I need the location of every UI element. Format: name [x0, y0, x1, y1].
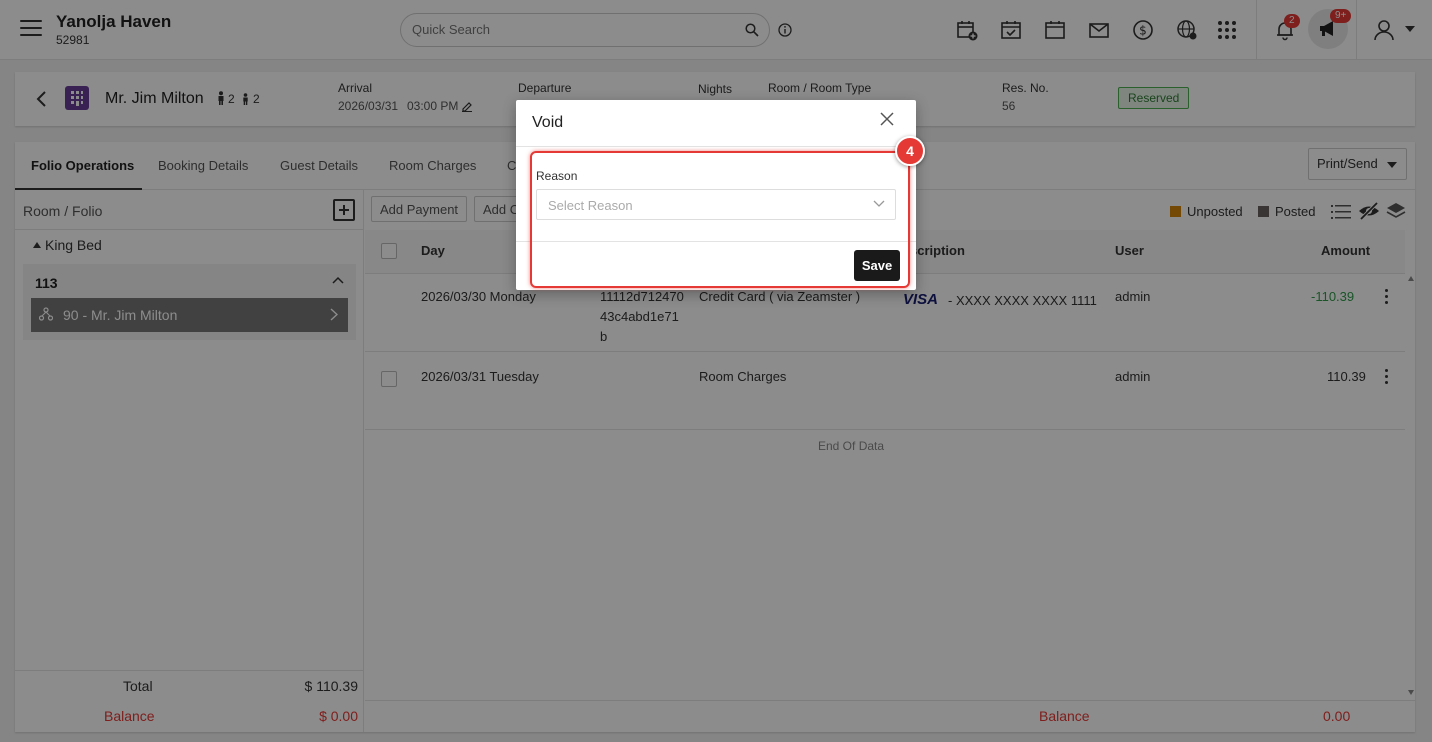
- close-icon[interactable]: [880, 112, 894, 126]
- tutorial-highlight: [530, 151, 910, 288]
- dialog-title: Void: [532, 114, 564, 131]
- divider: [516, 146, 916, 147]
- step-badge: 4: [895, 136, 925, 166]
